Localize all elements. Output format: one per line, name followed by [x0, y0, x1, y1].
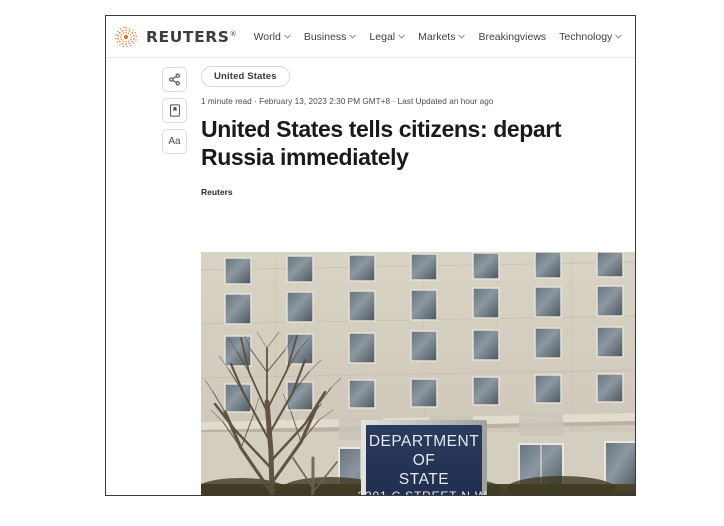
reuters-wordmark: REUTERS® — [146, 28, 237, 46]
nav-label-business: Business — [303, 30, 347, 43]
article-header: United States 1 minute read · February 1… — [201, 66, 625, 197]
browser-viewport: REUTERS® World Business Legal Markets Br… — [105, 15, 636, 496]
share-icon — [168, 73, 181, 86]
nav-item-legal[interactable]: Legal — [369, 31, 405, 43]
article-byline: Reuters — [201, 187, 233, 198]
article-action-rail: Aa — [162, 67, 188, 154]
chevron-down-icon — [284, 34, 291, 39]
nav-label-world: World — [253, 30, 281, 43]
nav-label-technology: Technology — [559, 30, 613, 43]
reuters-sunburst-logo — [113, 24, 139, 50]
nav-label-breakingviews: Breakingviews — [478, 30, 547, 43]
site-header: REUTERS® World Business Legal Markets Br… — [106, 16, 635, 58]
bookmark-icon — [169, 104, 181, 117]
nav-item-technology[interactable]: Technology — [559, 31, 622, 43]
chevron-down-icon — [398, 34, 405, 39]
nav-label-legal: Legal — [369, 30, 396, 43]
nav-item-business[interactable]: Business — [304, 31, 357, 43]
screenshot-root: REUTERS® World Business Legal Markets Br… — [0, 0, 724, 526]
text-size-icon: Aa — [168, 135, 181, 147]
chevron-down-icon — [349, 34, 357, 39]
nav-item-breakingviews[interactable]: Breakingviews — [478, 31, 546, 43]
chevron-down-icon — [458, 34, 466, 39]
nav-item-markets[interactable]: Markets — [418, 30, 466, 43]
text-size-button[interactable]: Aa — [162, 129, 187, 154]
category-pill-united-states[interactable]: United States — [201, 66, 290, 87]
chevron-down-icon — [615, 34, 622, 39]
share-button[interactable] — [162, 67, 187, 92]
page-title: United States tells citizens: depart Rus… — [201, 116, 562, 171]
article-meta: 1 minute read · February 13, 2023 2:30 P… — [201, 97, 494, 106]
article-content-area: Aa United States 1 minute read · Februar… — [106, 58, 635, 495]
nav-item-world[interactable]: World — [254, 31, 291, 43]
reuters-brand[interactable]: REUTERS® — [113, 24, 237, 50]
main-navigation: World Business Legal Markets Breakingvie… — [254, 31, 635, 43]
brand-name-text: REUTERS — [146, 27, 230, 46]
nav-label-markets: Markets — [418, 30, 456, 43]
registered-mark: ® — [229, 29, 237, 38]
article-hero-image: DEPARTMENT OF STATE 2201 C STREET N.W. — [201, 252, 635, 495]
bookmark-button[interactable] — [162, 98, 187, 123]
